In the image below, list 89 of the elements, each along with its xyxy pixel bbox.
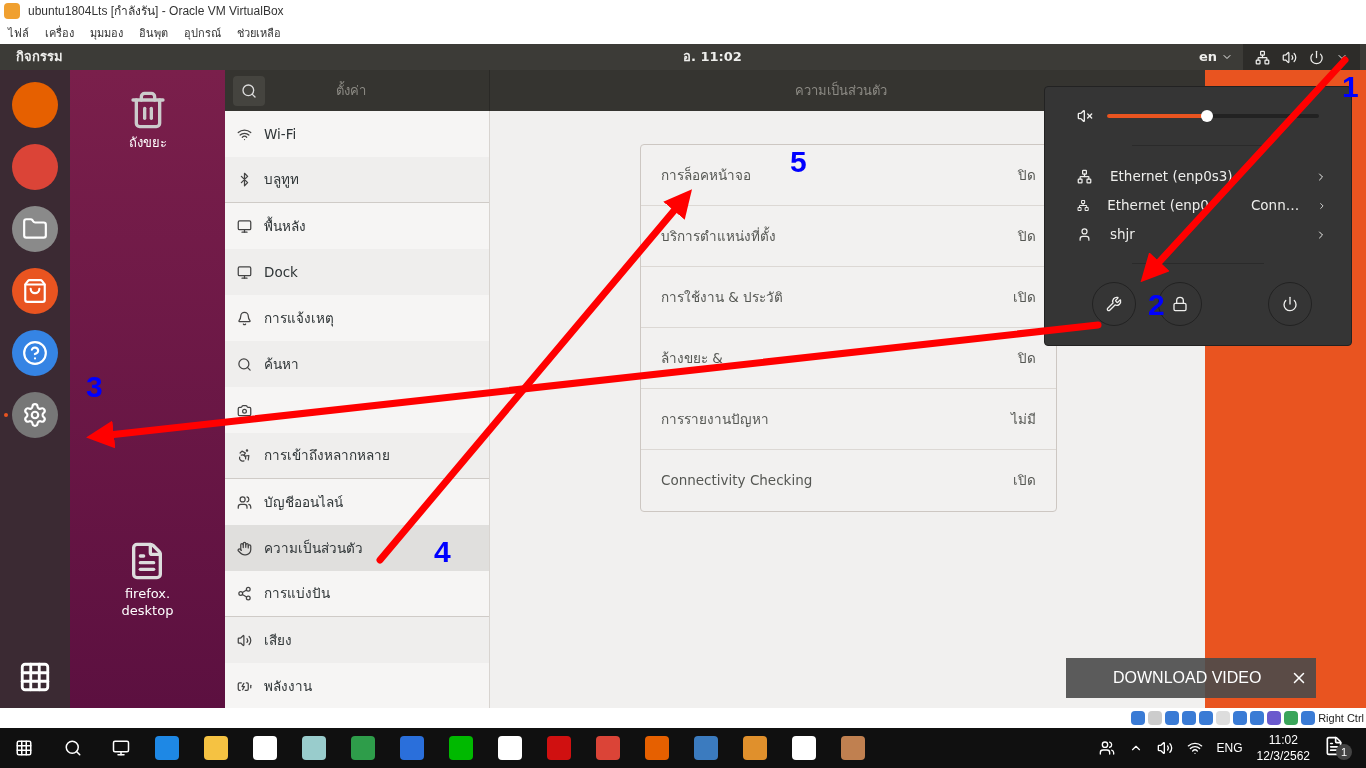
status-menu-button[interactable] [1243,44,1360,70]
volume-icon [1156,740,1173,756]
host-key-label: Right Ctrl [1318,710,1364,726]
settings-icon [1106,296,1122,312]
taskbar-app-icon[interactable] [645,736,669,760]
wifi-icon [237,126,252,142]
help-icon[interactable] [12,330,58,376]
app-grid-icon[interactable] [18,660,52,694]
network-icon [1186,740,1203,756]
menu-item[interactable]: ไฟล์ [8,24,29,42]
search-icon [237,356,252,372]
annotation-number: 5 [790,147,807,177]
slider-thumb[interactable] [1200,110,1213,122]
taskbar-app-icon[interactable] [302,736,326,760]
sidebar-item[interactable]: บลูทูท [225,157,489,203]
accounts-icon [237,494,252,510]
annotation-number: 1 [1342,72,1359,102]
shopping-bag-icon[interactable] [12,268,58,314]
device-status-icon[interactable] [1199,711,1214,725]
clock[interactable]: อ. 11:02 [683,47,742,67]
hand-icon [237,540,252,556]
network-icon [1077,169,1092,184]
system-menu-item[interactable]: shjr [1077,220,1319,249]
search-button[interactable] [233,75,265,106]
sidebar-item[interactable]: เสียง [225,617,489,663]
task-view-icon[interactable] [112,739,130,757]
accessibility-icon [237,448,252,463]
search-icon[interactable] [64,739,82,757]
sidebar-item[interactable]: การเข้าถึงหลากหลาย [225,433,489,479]
settings-icon[interactable] [12,392,58,438]
desktop-icon-label: ถังขยะ [128,134,167,151]
panel-title: ความเป็นส่วนตัว [795,80,887,100]
device-status-icon[interactable] [1131,711,1146,725]
menu-item[interactable]: อินพุต [139,24,168,42]
language-indicator[interactable]: en [1198,47,1233,67]
network-icon [1077,198,1090,213]
sidebar-item[interactable]: Dock [225,249,489,295]
background-icon [237,218,252,234]
notification-badge: 1 [1336,744,1352,760]
download-video-overlay[interactable]: DOWNLOAD VIDEO [1066,658,1316,698]
device-status-icon[interactable] [1267,711,1282,725]
window-title: ubuntu1804Lts [กำลังรัน] - Oracle VM VirtualBox [28,3,284,20]
taskbar-app-icon[interactable] [155,736,179,760]
dock-icon [237,264,252,280]
taskbar-app-icon[interactable] [841,736,865,760]
language-indicator[interactable]: ENG [1216,739,1243,757]
device-status-icon[interactable] [1284,711,1299,725]
taskbar-app-icon[interactable] [498,736,522,760]
volume-icon [1282,49,1297,65]
desktop-icon-label: firefox. desktop [121,585,174,619]
search-icon [241,82,257,99]
taskbar-app-icon[interactable] [449,736,473,760]
menu-item[interactable]: เครื่อง [45,24,74,42]
annotation-number: 3 [86,372,103,402]
device-status-icon[interactable] [1233,711,1248,725]
privacy-row[interactable]: Connectivity Checking เปิด [641,450,1056,511]
sidebar-title: ตั้งค่า [336,80,366,100]
taskbar-date[interactable]: 12/3/2562 [1256,748,1310,764]
virtualbox-logo-icon [4,3,20,19]
taskbar-app-icon[interactable] [792,736,816,760]
menu-item[interactable]: อุปกรณ์ [184,24,221,42]
menu-item[interactable]: ช่วยเหลือ [237,24,281,42]
user-icon [1077,227,1092,242]
menu-item[interactable]: มุมมอง [90,24,123,42]
bell-icon [237,310,252,326]
device-status-icon[interactable] [1182,711,1197,725]
notification-icon[interactable] [1324,736,1344,756]
device-status-icon[interactable] [1250,711,1265,725]
sidebar-item[interactable]: ค้นหา [225,341,489,387]
device-status-icon[interactable] [1165,711,1180,725]
taskbar-app-icon[interactable] [253,736,277,760]
network-icon [1255,49,1270,65]
taskbar-app-icon[interactable] [204,736,228,760]
people-icon [1098,740,1115,756]
system-menu-item[interactable]: Ethernet (enp0s3) [1077,162,1319,191]
running-indicator [4,413,8,417]
camera-icon [237,402,252,418]
sound-icon [237,632,252,648]
lock-icon [1172,296,1188,312]
annotation-number: 4 [434,537,451,567]
volume-icon [1077,108,1093,124]
annotation-number: 2 [1148,290,1165,320]
privacy-row[interactable]: การรายงานปัญหา ไม่มี [641,389,1056,450]
activities-button[interactable]: กิจกรรม [0,47,79,67]
taskbar-time[interactable]: 11:02 [1268,732,1298,748]
share-icon [237,586,252,601]
device-status-icon[interactable] [1301,711,1316,725]
taskbar-app-icon[interactable] [351,736,375,760]
taskbar-app-icon[interactable] [743,736,767,760]
